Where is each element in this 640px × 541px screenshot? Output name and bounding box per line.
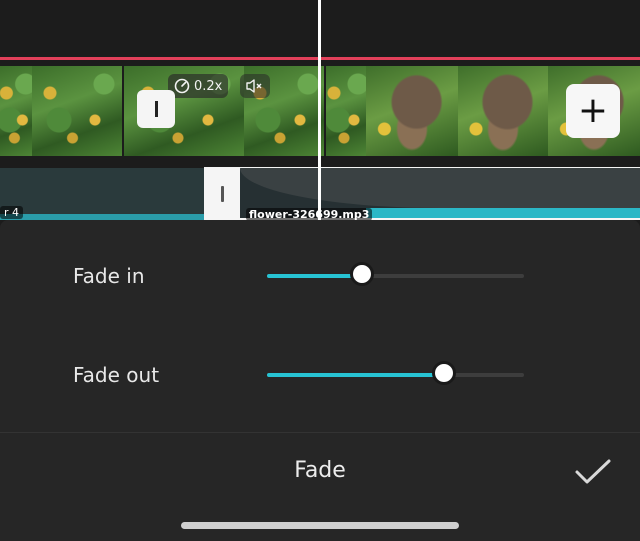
- mute-toggle[interactable]: [240, 74, 270, 98]
- playhead[interactable]: [318, 0, 321, 228]
- video-thumbnail: [32, 66, 122, 156]
- timeline[interactable]: 0.2x + r 4 flower-326699.mp3: [0, 0, 640, 228]
- fade-in-slider-fill: [267, 274, 363, 278]
- fade-out-slider-fill: [267, 373, 445, 377]
- fade-in-label: Fade in: [73, 264, 145, 288]
- home-indicator[interactable]: [181, 522, 459, 529]
- plus-icon: +: [577, 90, 609, 131]
- speed-value: 0.2x: [194, 78, 223, 94]
- video-thumbnail: [326, 66, 366, 156]
- fade-in-slider[interactable]: [267, 262, 524, 286]
- video-thumbnail: [0, 66, 32, 156]
- fade-in-slider-knob[interactable]: [350, 262, 375, 286]
- transition-icon: [154, 101, 158, 117]
- add-clip-button[interactable]: +: [566, 84, 620, 138]
- audio-trim-handle[interactable]: [204, 167, 240, 220]
- audio-clip-label: r 4: [0, 206, 24, 219]
- speed-badge[interactable]: 0.2x: [168, 74, 229, 98]
- audio-clip-previous[interactable]: r 4: [0, 168, 204, 220]
- video-thumbnail: [458, 66, 548, 156]
- fade-panel: Fade in Fade out Fade: [0, 220, 640, 541]
- transition-button[interactable]: [137, 90, 175, 128]
- fade-out-slider-knob[interactable]: [432, 361, 457, 385]
- fade-out-slider[interactable]: [267, 361, 524, 385]
- video-thumbnail: [366, 66, 458, 156]
- fade-out-label: Fade out: [73, 363, 160, 387]
- divider: [0, 432, 640, 433]
- checkmark-icon[interactable]: [574, 458, 612, 486]
- panel-title: Fade: [294, 458, 346, 483]
- speed-dial-icon: [174, 78, 190, 94]
- speaker-mute-icon: [246, 79, 262, 93]
